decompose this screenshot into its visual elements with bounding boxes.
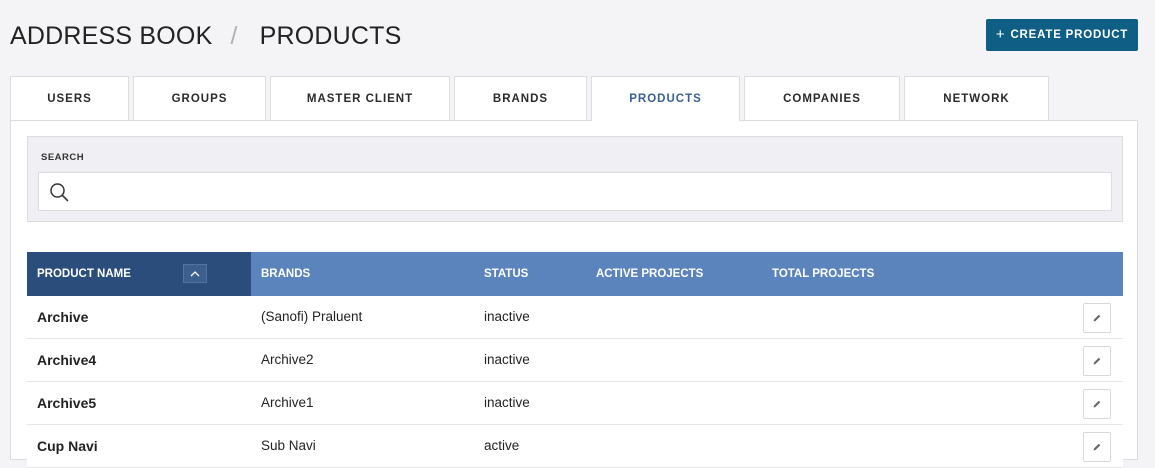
- tab-label: USERS: [47, 92, 92, 105]
- tab-label: PRODUCTS: [629, 93, 702, 105]
- column-header-active-projects[interactable]: ACTIVE PROJECTS: [596, 252, 703, 296]
- tab-network[interactable]: NETWORK: [904, 76, 1049, 120]
- chevron-up-icon: [190, 271, 200, 277]
- tab-groups[interactable]: GROUPS: [133, 76, 266, 120]
- tab-label: COMPANIES: [783, 92, 861, 105]
- brands-cell: (Sanofi) Praluent: [261, 309, 363, 324]
- search-icon: [50, 183, 69, 202]
- products-panel: SEARCH PRODUCT NAME BRANDS STATUS ACTIVE…: [10, 120, 1138, 468]
- pencil-icon: [1093, 400, 1101, 408]
- column-header-status[interactable]: STATUS: [484, 252, 528, 296]
- breadcrumb: ADDRESS BOOK / PRODUCTS: [10, 22, 402, 51]
- edit-button[interactable]: [1083, 346, 1111, 376]
- pencil-icon: [1093, 357, 1101, 365]
- sort-ascending-button[interactable]: [183, 264, 207, 283]
- product-name-cell: Archive4: [37, 352, 97, 368]
- table-header: PRODUCT NAME BRANDS STATUS ACTIVE PROJEC…: [27, 252, 1123, 296]
- tab-users[interactable]: USERS: [10, 76, 129, 120]
- breadcrumb-root[interactable]: ADDRESS BOOK: [10, 22, 212, 51]
- status-cell: inactive: [484, 395, 530, 410]
- table-row[interactable]: Cup Navi Sub Navi active: [27, 425, 1123, 468]
- status-cell: inactive: [484, 352, 530, 367]
- column-header-product-name[interactable]: PRODUCT NAME: [27, 252, 251, 296]
- tab-products[interactable]: PRODUCTS: [591, 76, 740, 121]
- pencil-icon: [1093, 443, 1101, 451]
- tab-master-client[interactable]: MASTER CLIENT: [270, 76, 450, 120]
- column-header-total-projects[interactable]: TOTAL PROJECTS: [772, 252, 874, 296]
- search-field[interactable]: [38, 172, 1112, 212]
- product-name-cell: Cup Navi: [37, 438, 98, 454]
- breadcrumb-separator: /: [230, 22, 238, 50]
- pencil-icon: [1093, 314, 1101, 322]
- brands-cell: Archive1: [261, 395, 314, 410]
- search-label: SEARCH: [41, 152, 85, 163]
- column-header-brands[interactable]: BRANDS: [261, 252, 310, 296]
- create-product-button[interactable]: + CREATE PRODUCT: [986, 19, 1138, 51]
- brands-cell: Sub Navi: [261, 438, 316, 453]
- brands-cell: Archive2: [261, 352, 314, 367]
- table-row[interactable]: Archive5 Archive1 inactive: [27, 382, 1123, 425]
- status-cell: inactive: [484, 309, 530, 324]
- edit-button[interactable]: [1083, 303, 1111, 333]
- plus-icon: +: [995, 25, 1006, 43]
- tab-brands[interactable]: BRANDS: [454, 76, 587, 120]
- tab-companies[interactable]: COMPANIES: [744, 76, 900, 120]
- products-table: PRODUCT NAME BRANDS STATUS ACTIVE PROJEC…: [27, 252, 1123, 468]
- tab-label: GROUPS: [171, 92, 228, 105]
- tab-label: MASTER CLIENT: [306, 92, 414, 105]
- edit-button[interactable]: [1083, 389, 1111, 419]
- create-product-label: CREATE PRODUCT: [1010, 29, 1129, 41]
- product-name-cell: Archive5: [37, 395, 97, 411]
- table-row[interactable]: Archive4 Archive2 inactive: [27, 339, 1123, 382]
- search-section: SEARCH: [27, 136, 1123, 222]
- status-cell: active: [484, 438, 520, 453]
- breadcrumb-current: PRODUCTS: [259, 22, 402, 50]
- edit-button[interactable]: [1083, 432, 1111, 462]
- search-input[interactable]: [79, 173, 1103, 212]
- page-header: ADDRESS BOOK / PRODUCTS + CREATE PRODUCT: [0, 0, 1155, 76]
- product-name-cell: Archive: [37, 309, 89, 325]
- tab-label: NETWORK: [943, 92, 1010, 105]
- column-label: PRODUCT NAME: [37, 268, 131, 280]
- tab-label: BRANDS: [492, 92, 549, 105]
- table-row[interactable]: Archive (Sanofi) Praluent inactive: [27, 296, 1123, 339]
